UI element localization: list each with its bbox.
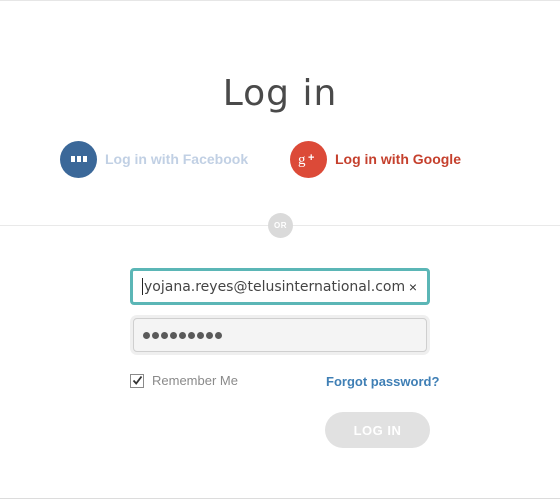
password-mask [143, 331, 222, 339]
facebook-login-label: Log in with Facebook [105, 151, 249, 167]
google-login-button[interactable]: g + Log in with Google [290, 140, 461, 178]
bottom-border [0, 498, 560, 499]
or-badge: OR [268, 213, 293, 238]
forgot-password-link[interactable]: Forgot password? [326, 374, 439, 389]
email-field[interactable]: yojana.reyes@telusinternational.com × [130, 268, 430, 305]
remember-me-checkbox[interactable]: Remember Me [130, 373, 238, 388]
login-button[interactable]: LOG IN [325, 412, 430, 448]
remember-me-label: Remember Me [152, 373, 238, 388]
text-caret [142, 278, 143, 295]
password-field[interactable] [133, 318, 427, 352]
password-dot [188, 331, 195, 339]
clear-icon[interactable]: × [409, 279, 417, 295]
password-dot [206, 331, 213, 339]
password-dot [161, 331, 168, 339]
email-value: yojana.reyes@telusinternational.com [144, 278, 405, 295]
svg-text:+: + [308, 152, 314, 164]
checkmark-icon [132, 375, 143, 385]
svg-text:g: g [298, 152, 306, 168]
password-dot [152, 331, 159, 339]
password-dot [143, 331, 150, 339]
google-plus-icon: g + [290, 140, 327, 178]
password-dot [197, 331, 204, 339]
top-border [0, 0, 560, 1]
password-dot [215, 331, 222, 339]
facebook-icon [60, 140, 97, 178]
checkbox-icon[interactable] [130, 373, 144, 388]
facebook-login-button[interactable]: Log in with Facebook [60, 140, 248, 178]
page-title: Log in [222, 73, 338, 115]
password-dot [179, 331, 186, 339]
google-login-label: Log in with Google [335, 151, 461, 167]
password-dot [170, 331, 177, 339]
